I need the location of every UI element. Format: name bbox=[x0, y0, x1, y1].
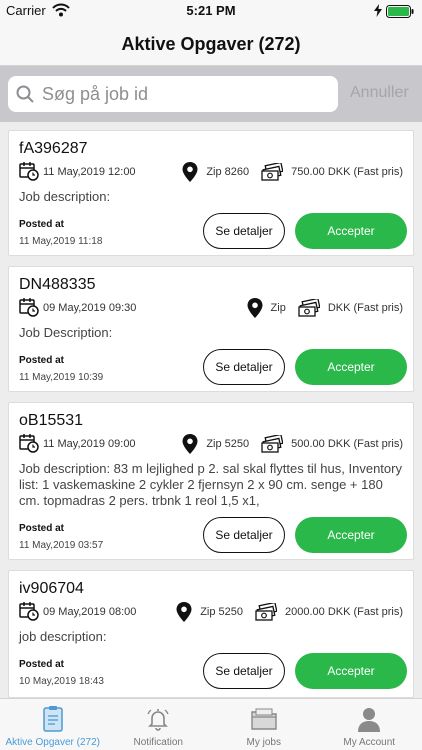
job-location-price: Zip 5250 2000.00 DKK (Fast pris) bbox=[176, 601, 403, 623]
navigation-bar: Aktive Opgaver (272) bbox=[0, 22, 422, 66]
posted-label: Posted at bbox=[19, 659, 65, 670]
money-icon bbox=[261, 435, 284, 453]
job-date: 09 May,2019 08:00 bbox=[43, 606, 137, 618]
tab-label: Aktive Opgaver (272) bbox=[5, 737, 101, 748]
search-icon bbox=[16, 85, 34, 103]
posted-label: Posted at bbox=[19, 219, 65, 230]
job-meta: 11 May,2019 09:00 Zip 5250 500.00 DKK (F… bbox=[19, 433, 403, 455]
job-description: Job description: bbox=[19, 189, 111, 204]
job-id: DN488335 bbox=[19, 276, 96, 293]
tab-active-tasks[interactable]: Aktive Opgaver (272) bbox=[0, 699, 106, 750]
cancel-button[interactable]: Annuller bbox=[350, 84, 409, 102]
see-details-button[interactable]: Se detaljer bbox=[203, 349, 285, 385]
tab-notification[interactable]: Notification bbox=[106, 699, 212, 750]
job-id: oB15531 bbox=[19, 412, 84, 429]
job-price: 750.00 DKK (Fast pris) bbox=[291, 166, 403, 178]
job-description: Job description: 83 m lejlighed p 2. sal… bbox=[19, 461, 402, 508]
accept-button[interactable]: Accepter bbox=[295, 517, 407, 553]
job-date: 11 May,2019 12:00 bbox=[43, 166, 136, 178]
accept-button[interactable]: Accepter bbox=[295, 349, 407, 385]
job-card: fA396287 11 May,2019 12:00 Zip 8260 750.… bbox=[8, 130, 414, 256]
search-input[interactable]: Søg på job id bbox=[8, 76, 338, 112]
job-description: job description: bbox=[19, 629, 107, 644]
clock: 5:21 PM bbox=[186, 3, 236, 18]
job-price: 500.00 DKK (Fast pris) bbox=[291, 438, 403, 450]
see-details-button[interactable]: Se detaljer bbox=[203, 517, 285, 553]
search-bar: Søg på job id Annuller bbox=[0, 66, 422, 122]
job-zip: Zip 8260 bbox=[206, 166, 250, 178]
status-bar: Carrier 5:21 PM bbox=[0, 0, 422, 22]
calendar-clock-icon bbox=[19, 602, 39, 621]
job-card: iv906704 09 May,2019 08:00 Zip 5250 2000… bbox=[8, 570, 414, 698]
job-date: 09 May,2019 09:30 bbox=[43, 302, 137, 314]
posted-date: 11 May,2019 10:39 bbox=[19, 372, 104, 383]
posted-label: Posted at bbox=[19, 523, 65, 534]
job-meta: 11 May,2019 12:00 Zip 8260 750.00 DKK (F… bbox=[19, 161, 403, 183]
tab-label: Notification bbox=[133, 737, 183, 748]
posted-date: 11 May,2019 11:18 bbox=[19, 236, 103, 247]
job-location-price: Zip 8260 750.00 DKK (Fast pris) bbox=[182, 161, 403, 183]
posted-label: Posted at bbox=[19, 355, 65, 366]
job-meta: 09 May,2019 08:00 Zip 5250 2000.00 DKK (… bbox=[19, 601, 403, 623]
location-pin-icon bbox=[247, 298, 263, 318]
job-zip: Zip 5250 bbox=[206, 438, 250, 450]
calendar-clock-icon bbox=[19, 298, 39, 317]
tab-my-account[interactable]: My Account bbox=[317, 699, 422, 750]
calendar-clock-icon bbox=[19, 162, 39, 181]
folder-icon bbox=[251, 708, 277, 730]
calendar-clock-icon bbox=[19, 434, 39, 453]
job-card: oB15531 11 May,2019 09:00 Zip 5250 500.0… bbox=[8, 402, 414, 560]
clipboard-icon bbox=[43, 706, 63, 732]
posted-date: 10 May,2019 18:43 bbox=[19, 676, 104, 687]
job-id: fA396287 bbox=[19, 140, 88, 157]
job-price: 2000.00 DKK (Fast pris) bbox=[285, 606, 403, 618]
person-icon bbox=[358, 708, 381, 732]
battery-icon bbox=[386, 5, 414, 18]
job-location-price: Zip 5250 500.00 DKK (Fast pris) bbox=[182, 433, 403, 455]
bell-icon bbox=[147, 709, 169, 731]
tab-label: My Account bbox=[343, 737, 396, 748]
tab-my-jobs[interactable]: My jobs bbox=[211, 699, 317, 750]
money-icon bbox=[298, 299, 320, 317]
location-pin-icon bbox=[182, 434, 198, 454]
posted-date: 11 May,2019 03:57 bbox=[19, 540, 104, 551]
job-zip: Zip bbox=[270, 302, 286, 314]
job-description: Job Description: bbox=[19, 325, 113, 340]
accept-button[interactable]: Accepter bbox=[295, 653, 407, 689]
job-card: DN488335 09 May,2019 09:30 Zip DKK (Fast… bbox=[8, 266, 414, 392]
search-placeholder: Søg på job id bbox=[42, 84, 149, 104]
job-id: iv906704 bbox=[19, 580, 84, 597]
see-details-button[interactable]: Se detaljer bbox=[203, 653, 285, 689]
money-icon bbox=[255, 603, 277, 621]
location-pin-icon bbox=[176, 602, 192, 622]
page-title: Aktive Opgaver (272) bbox=[121, 34, 301, 54]
tab-label: My jobs bbox=[246, 737, 281, 748]
tab-bar: Aktive Opgaver (272) Notification My job… bbox=[0, 698, 422, 750]
job-zip: Zip 5250 bbox=[200, 606, 243, 618]
job-list[interactable]: fA396287 11 May,2019 12:00 Zip 8260 750.… bbox=[0, 122, 422, 698]
job-location-price: Zip DKK (Fast pris) bbox=[247, 297, 403, 319]
job-date: 11 May,2019 09:00 bbox=[43, 438, 136, 450]
money-icon bbox=[261, 163, 284, 181]
charging-icon bbox=[374, 4, 382, 17]
job-meta: 09 May,2019 09:30 Zip DKK (Fast pris) bbox=[19, 297, 403, 319]
job-price: DKK (Fast pris) bbox=[327, 302, 403, 314]
see-details-button[interactable]: Se detaljer bbox=[203, 213, 285, 249]
location-pin-icon bbox=[182, 162, 198, 182]
accept-button[interactable]: Accepter bbox=[295, 213, 407, 249]
